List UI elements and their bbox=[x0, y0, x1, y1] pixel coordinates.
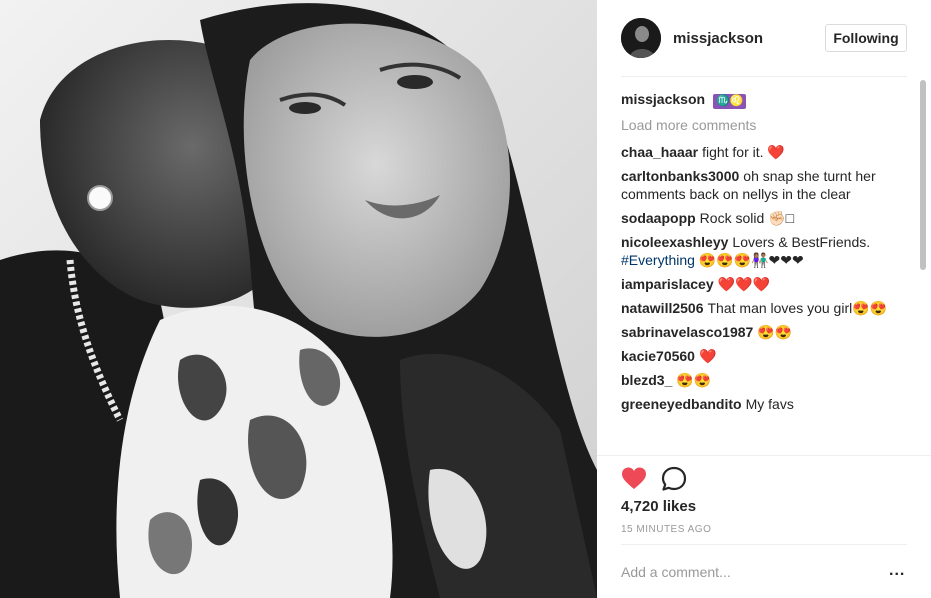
post-side-panel: missjackson Following missjackson ♏♌ Load… bbox=[597, 0, 931, 598]
comment-item: blezd3_ 😍😍 bbox=[621, 371, 917, 389]
load-more-comments-link[interactable]: Load more comments bbox=[621, 117, 917, 133]
instagram-post-view: missjackson Following missjackson ♏♌ Load… bbox=[0, 0, 931, 598]
comment-author[interactable]: kacie70560 bbox=[621, 348, 695, 364]
comment-author[interactable]: sabrinavelasco1987 bbox=[621, 324, 753, 340]
comments-list[interactable]: missjackson ♏♌ Load more comments chaa_ha… bbox=[621, 84, 917, 454]
comment-bubble-icon[interactable] bbox=[661, 466, 687, 492]
comment-text: ❤️❤️❤️ bbox=[717, 276, 770, 292]
comment-item: sabrinavelasco1987 😍😍 bbox=[621, 323, 917, 341]
post-photo[interactable] bbox=[0, 0, 597, 598]
comment-author[interactable]: blezd3_ bbox=[621, 372, 672, 388]
comment-text: fight for it. ❤️ bbox=[702, 144, 785, 160]
actions-divider bbox=[597, 455, 931, 456]
caption: missjackson ♏♌ bbox=[621, 90, 917, 109]
comments-scrollbar[interactable] bbox=[919, 80, 927, 454]
more-options-icon[interactable]: ... bbox=[889, 563, 905, 579]
comment-text: Rock solid ✊🏻□ bbox=[699, 210, 795, 226]
comment-item: sodaapopp Rock solid ✊🏻□ bbox=[621, 209, 917, 227]
comment-text: 😍😍 bbox=[757, 324, 793, 340]
scrollbar-thumb[interactable] bbox=[920, 80, 926, 270]
comment-author[interactable]: iamparislacey bbox=[621, 276, 714, 292]
likes-count[interactable]: 4,720 likes bbox=[621, 498, 696, 515]
avatar[interactable] bbox=[621, 18, 661, 58]
comment-text: My favs bbox=[745, 396, 794, 412]
comment-text: Lovers & BestFriends. bbox=[732, 234, 871, 250]
comment-item: nicoleexashleyy Lovers & BestFriends. #Ev… bbox=[621, 233, 917, 269]
comment-text: 😍😍 bbox=[676, 372, 712, 388]
comment-item: kacie70560 ❤️ bbox=[621, 347, 917, 365]
comment-item: chaa_haaar fight for it. ❤️ bbox=[621, 143, 917, 161]
comment-item: iamparislacey ❤️❤️❤️ bbox=[621, 275, 917, 293]
comment-box-divider bbox=[621, 544, 907, 545]
post-author-username[interactable]: missjackson bbox=[673, 30, 763, 47]
photo-illustration bbox=[0, 0, 597, 598]
caption-author[interactable]: missjackson bbox=[621, 91, 705, 107]
comment-item: greeneyedbandito My favs bbox=[621, 395, 917, 413]
post-header: missjackson Following bbox=[597, 0, 931, 76]
comment-item: carltonbanks3000 oh snap she turnt her co… bbox=[621, 167, 917, 203]
avatar-image bbox=[621, 18, 661, 58]
header-divider bbox=[621, 76, 907, 77]
comment-text-suffix: 😍😍😍👫🏽❤❤❤ bbox=[694, 252, 804, 268]
comment-author[interactable]: chaa_haaar bbox=[621, 144, 698, 160]
comment-author[interactable]: natawill2506 bbox=[621, 300, 704, 316]
comment-item: natawill2506 That man loves you girl😍😍 bbox=[621, 299, 917, 317]
comment-author[interactable]: nicoleexashleyy bbox=[621, 234, 728, 250]
comment-author[interactable]: greeneyedbandito bbox=[621, 396, 742, 412]
heart-icon[interactable] bbox=[621, 466, 647, 492]
comment-text: That man loves you girl😍😍 bbox=[707, 300, 888, 316]
comment-author[interactable]: sodaapopp bbox=[621, 210, 696, 226]
comment-author[interactable]: carltonbanks3000 bbox=[621, 168, 739, 184]
add-comment-input[interactable] bbox=[621, 562, 871, 582]
zodiac-badge: ♏♌ bbox=[713, 94, 747, 109]
post-timestamp: 15 MINUTES AGO bbox=[621, 524, 712, 535]
following-button[interactable]: Following bbox=[825, 24, 907, 52]
comment-text: ❤️ bbox=[698, 348, 717, 364]
hashtag-link[interactable]: #Everything bbox=[621, 252, 695, 268]
